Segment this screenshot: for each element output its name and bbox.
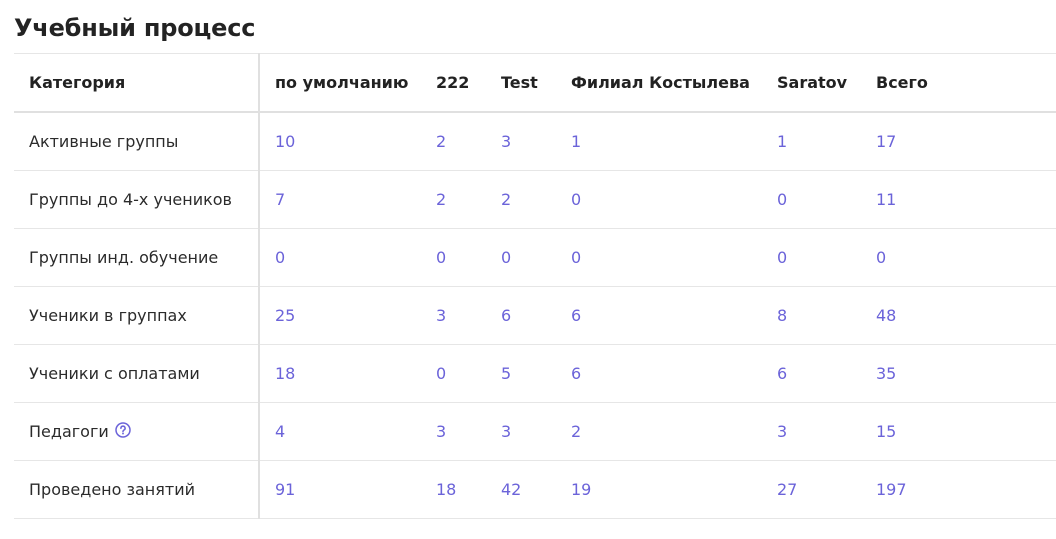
value-cell-branch-kostyleva[interactable]: 6 [556, 344, 762, 403]
value-cell-branch-222[interactable]: 0 [421, 344, 486, 403]
value-cell-branch-kostyleva[interactable]: 2 [556, 402, 762, 461]
column-header-branch-saratov: Saratov [762, 53, 861, 113]
value-cell-branch-test[interactable]: 5 [486, 344, 556, 403]
table-header: Категория по умолчанию 222 Test Филиал К… [14, 53, 1056, 113]
value-cell-branch-test[interactable]: 0 [486, 228, 556, 287]
value-cell-branch-test[interactable]: 3 [486, 112, 556, 171]
column-header-category: Категория [14, 53, 260, 113]
row-category-label: Активные группы [29, 132, 179, 151]
value-cell-total[interactable]: 15 [861, 402, 1056, 461]
table-row: Ученики в группах 25 3 6 6 8 48 [14, 286, 1056, 345]
value-cell-default-branch[interactable]: 18 [259, 344, 421, 403]
value-cell-total[interactable]: 0 [861, 228, 1056, 287]
value-cell-branch-kostyleva[interactable]: 19 [556, 460, 762, 519]
table-row: Активные группы 10 2 3 1 1 17 [14, 112, 1056, 171]
value-cell-branch-222[interactable]: 3 [421, 402, 486, 461]
value-cell-branch-222[interactable]: 18 [421, 460, 486, 519]
page: Учебный процесс Категория по умолчанию 2… [0, 0, 1056, 539]
row-category-cell: Ученики в группах [14, 286, 260, 345]
column-header-total: Всего [861, 53, 1056, 113]
value-cell-default-branch[interactable]: 7 [259, 170, 421, 229]
value-cell-branch-kostyleva[interactable]: 0 [556, 228, 762, 287]
table-row: Проведено занятий 91 18 42 19 27 197 [14, 460, 1056, 519]
value-cell-branch-saratov[interactable]: 8 [762, 286, 861, 345]
value-cell-branch-222[interactable]: 2 [421, 170, 486, 229]
value-cell-total[interactable]: 11 [861, 170, 1056, 229]
row-category-cell: Группы до 4-х учеников [14, 170, 260, 229]
value-cell-branch-saratov[interactable]: 1 [762, 112, 861, 171]
row-category-cell: Проведено занятий [14, 460, 260, 519]
column-header-branch-222: 222 [421, 53, 486, 113]
statistics-table: Категория по умолчанию 222 Test Филиал К… [14, 53, 1056, 519]
row-category-cell: Педагоги [14, 402, 260, 461]
row-category-label: Группы до 4-х учеников [29, 190, 232, 209]
value-cell-branch-saratov[interactable]: 3 [762, 402, 861, 461]
value-cell-branch-saratov[interactable]: 0 [762, 170, 861, 229]
value-cell-total[interactable]: 17 [861, 112, 1056, 171]
value-cell-branch-test[interactable]: 42 [486, 460, 556, 519]
value-cell-branch-test[interactable]: 2 [486, 170, 556, 229]
value-cell-branch-saratov[interactable]: 27 [762, 460, 861, 519]
row-category-cell: Активные группы [14, 112, 260, 171]
value-cell-default-branch[interactable]: 91 [259, 460, 421, 519]
row-category-label: Проведено занятий [29, 480, 196, 499]
row-category-label: Педагоги [29, 422, 109, 441]
value-cell-branch-test[interactable]: 3 [486, 402, 556, 461]
table-row: Педагоги 4 3 3 2 3 15 [14, 402, 1056, 461]
value-cell-default-branch[interactable]: 0 [259, 228, 421, 287]
value-cell-branch-kostyleva[interactable]: 6 [556, 286, 762, 345]
row-category-label: Группы инд. обучение [29, 248, 219, 267]
table-body: Активные группы 10 2 3 1 1 17 Группы до 4-х уче… [14, 112, 1056, 519]
row-category-label: Ученики в группах [29, 306, 187, 325]
table-row: Группы инд. обучение 0 0 0 0 0 0 [14, 228, 1056, 287]
value-cell-branch-222[interactable]: 0 [421, 228, 486, 287]
row-category-label: Ученики с оплатами [29, 364, 200, 383]
help-circle-icon[interactable] [115, 422, 131, 438]
value-cell-branch-saratov[interactable]: 6 [762, 344, 861, 403]
value-cell-branch-kostyleva[interactable]: 1 [556, 112, 762, 171]
row-category-cell: Ученики с оплатами [14, 344, 260, 403]
section-title: Учебный процесс [14, 14, 256, 42]
value-cell-branch-222[interactable]: 3 [421, 286, 486, 345]
column-header-branch-test: Test [486, 53, 556, 113]
value-cell-default-branch[interactable]: 10 [259, 112, 421, 171]
header-row: Категория по умолчанию 222 Test Филиал К… [14, 53, 1056, 113]
column-header-default-branch: по умолчанию [259, 53, 421, 113]
value-cell-total[interactable]: 197 [861, 460, 1056, 519]
table-row: Группы до 4-х учеников 7 2 2 0 0 11 [14, 170, 1056, 229]
value-cell-default-branch[interactable]: 25 [259, 286, 421, 345]
row-category-cell: Группы инд. обучение [14, 228, 260, 287]
value-cell-branch-saratov[interactable]: 0 [762, 228, 861, 287]
value-cell-default-branch[interactable]: 4 [259, 402, 421, 461]
value-cell-branch-kostyleva[interactable]: 0 [556, 170, 762, 229]
value-cell-total[interactable]: 35 [861, 344, 1056, 403]
table-row: Ученики с оплатами 18 0 5 6 6 35 [14, 344, 1056, 403]
value-cell-total[interactable]: 48 [861, 286, 1056, 345]
value-cell-branch-test[interactable]: 6 [486, 286, 556, 345]
column-header-branch-kostyleva: Филиал Костылева [556, 53, 762, 113]
value-cell-branch-222[interactable]: 2 [421, 112, 486, 171]
